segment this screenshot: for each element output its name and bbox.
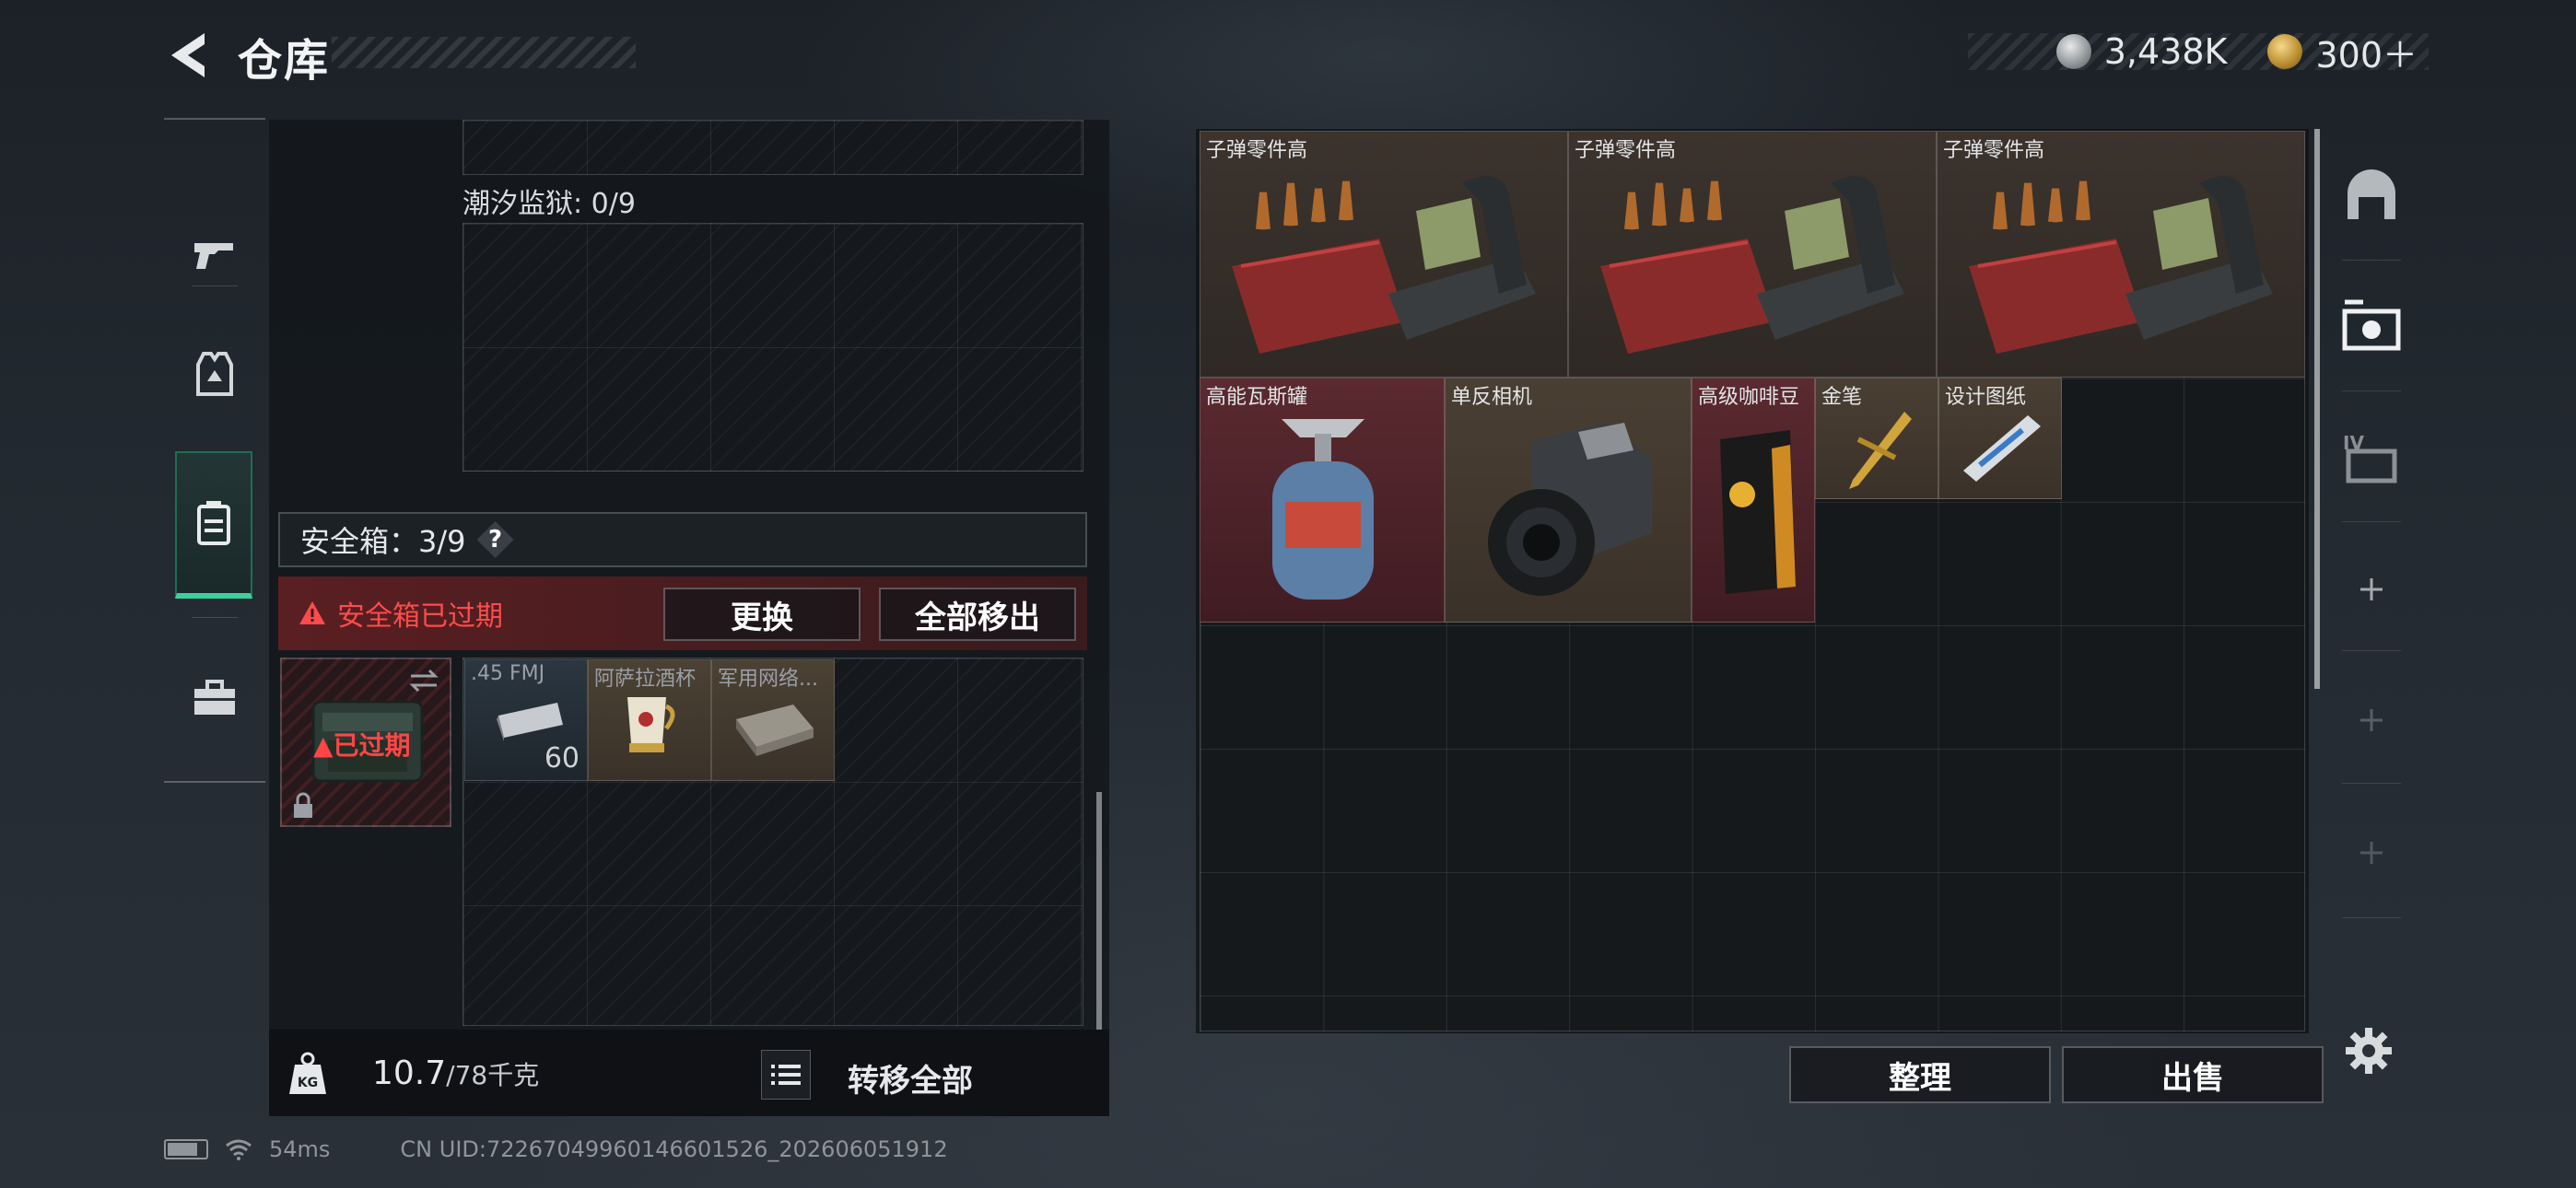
status-bar: 54ms CN UID:7226704996014660152­6_202606… — [164, 1136, 948, 1162]
silver-coin-icon — [2055, 34, 2091, 69]
ammo-box-icon — [497, 703, 563, 741]
goblet-icon — [627, 697, 675, 752]
bullet-parts-crate-icon — [1969, 176, 2273, 354]
tab-garage[interactable] — [2325, 131, 2418, 260]
silver-currency-value: 3,438K — [2103, 31, 2228, 72]
left-scrollbar[interactable] — [1096, 792, 1102, 1030]
coffee-bag-icon — [1720, 430, 1796, 594]
add-warehouse-button[interactable] — [2325, 656, 2418, 785]
network-module-item[interactable]: 军用网络... — [711, 659, 835, 781]
tide-prison-grid[interactable] — [463, 223, 1083, 472]
cup-item[interactable]: 阿萨拉酒杯 — [588, 659, 711, 781]
warehouse-tab-icon — [2342, 299, 2401, 351]
ping-value: 54ms — [269, 1136, 331, 1162]
warehouse-iv-icon: IV — [2343, 432, 2397, 483]
safebox-expired-text: 安全箱已过期 — [337, 600, 503, 633]
network-device-icon — [736, 705, 814, 756]
warehouse-item[interactable]: 单反相机 — [1445, 378, 1692, 623]
briefcase-icon — [194, 680, 235, 715]
gas-canister-icon — [1272, 419, 1374, 600]
warehouse-item[interactable]: 高级咖啡豆 — [1692, 378, 1815, 623]
swap-icon[interactable] — [407, 667, 440, 694]
warning-icon — [299, 601, 325, 624]
lock-icon — [294, 792, 312, 818]
remove-all-button[interactable]: 全部移出 — [879, 588, 1076, 641]
warehouse-item[interactable]: 金笔 — [1815, 378, 1938, 499]
bullet-parts-crate-icon — [1232, 176, 1536, 354]
bullet-parts-crate-icon — [1600, 176, 1904, 354]
list-view-button[interactable] — [761, 1050, 811, 1100]
help-icon[interactable]: ? — [476, 521, 514, 558]
warehouse-item[interactable]: 子弹零件高 — [1568, 131, 1937, 378]
nav-case[interactable] — [164, 624, 265, 772]
safebox-header: 安全箱：3/9 ? — [278, 512, 1087, 567]
warehouse-item[interactable]: 子弹零件高 — [1200, 131, 1568, 378]
svg-text:KG: KG — [298, 1076, 318, 1090]
user-uid: CN UID:7226704996014660152­6_20260605191… — [400, 1136, 948, 1162]
tab-warehouse-iv[interactable]: IV — [2325, 392, 2418, 521]
transfer-all-button[interactable]: 转移全部 — [848, 1055, 973, 1101]
list-icon — [771, 1065, 801, 1085]
tab-warehouse-1[interactable] — [2325, 262, 2418, 390]
upper-container-grid — [463, 120, 1083, 175]
back-icon[interactable] — [164, 28, 212, 83]
gold-coin-icon — [2267, 34, 2303, 69]
safebox-item[interactable]: ▲已过期 — [280, 658, 451, 827]
tide-prison-label: 潮汐监狱: 0/9 — [463, 188, 636, 220]
weight-indicator: 10.7/78千克 — [372, 1054, 539, 1092]
weight-icon: KG — [289, 1052, 326, 1094]
left-nav — [164, 118, 265, 783]
battery-icon — [164, 1139, 208, 1159]
gear-icon[interactable] — [2344, 1026, 2394, 1076]
backpack-icon — [197, 501, 230, 545]
camera-icon — [1488, 423, 1652, 596]
add-warehouse-button[interactable] — [2325, 788, 2418, 917]
sell-button[interactable]: 出售 — [2062, 1046, 2324, 1103]
page-title: 仓库 — [238, 35, 331, 87]
gold-pen-icon — [1849, 412, 1912, 489]
safebox-title: 安全箱：3/9 — [300, 524, 466, 559]
right-scrollbar[interactable] — [2314, 129, 2320, 689]
weight-max: /78千克 — [446, 1060, 540, 1090]
title-decoration — [332, 37, 636, 68]
add-icon — [2360, 709, 2383, 731]
blueprint-icon — [1963, 415, 2041, 482]
replace-button[interactable]: 更换 — [663, 588, 861, 641]
weight-current: 10.7 — [372, 1054, 447, 1092]
gold-currency-value[interactable]: 300＋ — [2315, 27, 2418, 77]
item-expired-label: ▲已过期 — [313, 730, 411, 761]
ammo-item[interactable]: .45 FMJ 60 — [464, 659, 588, 781]
warehouse-tabs: IV — [2325, 129, 2418, 1013]
add-warehouse-button[interactable] — [2325, 525, 2418, 654]
sort-button[interactable]: 整理 — [1789, 1046, 2051, 1103]
armor-vest-icon — [196, 352, 233, 396]
warehouse-item[interactable]: 高能瓦斯罐 — [1200, 378, 1445, 623]
pistol-icon — [194, 243, 233, 269]
warehouse-item[interactable]: 设计图纸 — [1938, 378, 2062, 499]
warehouse-item[interactable]: 子弹零件高 — [1937, 131, 2305, 378]
currency-bar: 3,438K 300＋ — [1968, 31, 2429, 76]
nav-armor[interactable] — [164, 300, 265, 448]
add-icon — [2360, 842, 2383, 864]
garage-icon — [2348, 169, 2395, 219]
nav-backpack[interactable] — [175, 451, 252, 599]
wifi-icon — [226, 1139, 252, 1160]
add-icon — [2360, 578, 2383, 600]
